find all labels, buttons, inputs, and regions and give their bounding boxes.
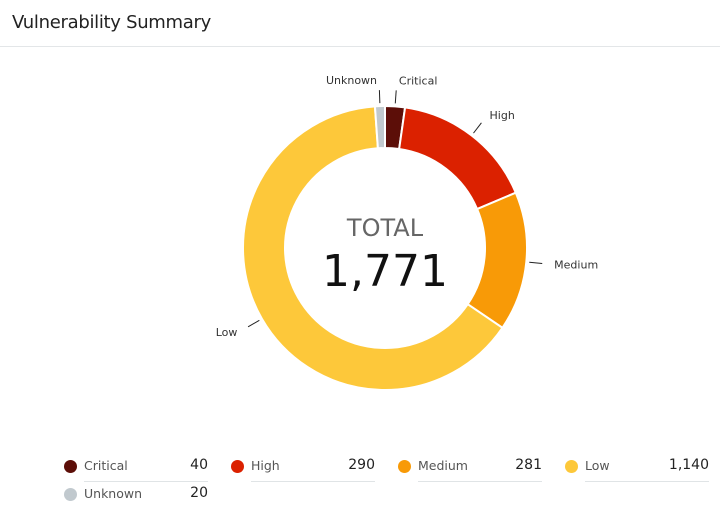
legend-value: 281 [515, 457, 542, 473]
legend-item-low[interactable]: Low 1,140 [585, 455, 709, 482]
slice-label-high: High [490, 109, 515, 122]
legend-item-high[interactable]: High 290 [251, 455, 375, 482]
legend-label: Unknown [84, 486, 142, 501]
slice-high[interactable] [399, 107, 516, 209]
legend-item-critical[interactable]: Critical 40 [84, 455, 208, 482]
leader-line-medium [529, 262, 542, 263]
legend-item-unknown[interactable]: Unknown 20 [84, 483, 208, 509]
leader-line-high [473, 123, 481, 133]
slice-label-low: Low [216, 326, 238, 339]
legend-label: Medium [418, 458, 468, 473]
slice-label-medium: Medium [554, 259, 598, 272]
legend-label: High [251, 458, 280, 473]
low-dot-icon [565, 460, 578, 473]
legend-value: 40 [190, 457, 208, 473]
donut-chart: Critical High Medium Low Unknown TOTAL 1,771 [0, 0, 720, 440]
total-label: TOTAL [346, 214, 424, 242]
legend-label: Critical [84, 458, 128, 473]
slice-medium[interactable] [468, 193, 527, 328]
total-value: 1,771 [322, 246, 448, 297]
leader-line-low [248, 320, 259, 326]
legend-value: 290 [348, 457, 375, 473]
high-dot-icon [231, 460, 244, 473]
slice-label-critical: Critical [399, 74, 437, 87]
unknown-dot-icon [64, 488, 77, 501]
legend-value: 1,140 [669, 457, 709, 473]
leader-line-critical [395, 90, 396, 103]
legend-item-medium[interactable]: Medium 281 [418, 455, 542, 482]
critical-dot-icon [64, 460, 77, 473]
legend-value: 20 [190, 485, 208, 501]
slice-label-unknown: Unknown [326, 74, 377, 87]
legend-label: Low [585, 458, 610, 473]
medium-dot-icon [398, 460, 411, 473]
